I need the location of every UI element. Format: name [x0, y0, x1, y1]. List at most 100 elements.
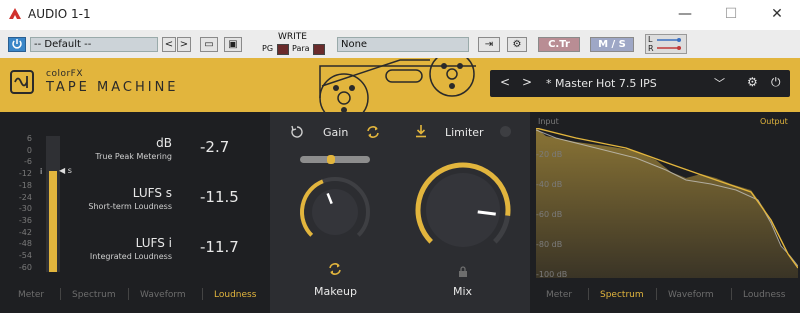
spectrum-tab-loudness[interactable]: Loudness: [743, 290, 785, 300]
gain-reset-button[interactable]: [290, 124, 304, 143]
brand-wave-icon: [10, 70, 34, 94]
tab-separator: [202, 288, 203, 300]
limiter-label: Limiter: [445, 126, 484, 139]
close-button[interactable]: ✕: [754, 0, 800, 30]
view-tab-meter[interactable]: Meter: [18, 290, 44, 300]
readout-label: dB: [156, 136, 172, 150]
balance-slider-thumb[interactable]: [327, 155, 335, 164]
meter-scale-tick: -42: [18, 227, 32, 237]
meter-scale-tick: 6: [26, 134, 32, 143]
gain-link-button[interactable]: [366, 124, 380, 143]
plugin-preset-name[interactable]: * Master Hot 7.5 IPS: [546, 77, 657, 90]
spectrum-tab-spectrum[interactable]: Spectrum: [600, 290, 644, 300]
readout-label: LUFS i: [135, 236, 172, 250]
right-channel-label: R: [648, 44, 654, 53]
makeup-label: Makeup: [314, 285, 357, 298]
ms-button[interactable]: M / S: [590, 37, 634, 52]
readout-description: Integrated Loudness: [89, 252, 172, 261]
save-icon: ▣: [228, 39, 238, 50]
view-tab-spectrum[interactable]: Spectrum: [72, 290, 116, 300]
gain-label: Gain: [323, 126, 349, 139]
minimize-button[interactable]: —: [662, 0, 708, 30]
limiter-download-button[interactable]: [414, 123, 428, 142]
gear-icon: ⚙: [747, 75, 758, 89]
view-tab-waveform[interactable]: Waveform: [140, 290, 186, 300]
automation-field[interactable]: None: [337, 37, 469, 52]
mix-label: Mix: [453, 285, 473, 298]
left-channel-label: L: [648, 35, 653, 44]
sync-icon: [367, 126, 379, 138]
readout-description: Short-term Loudness: [88, 202, 172, 211]
db-scale-label: -80 dB: [536, 240, 563, 249]
routing-button[interactable]: ⇥: [478, 37, 500, 52]
tab-separator: [656, 288, 657, 300]
readout-value: -11.7: [200, 238, 239, 256]
window-title: AUDIO 1-1: [28, 7, 91, 21]
pg-write-toggle[interactable]: [277, 44, 289, 55]
tab-separator: [128, 288, 129, 300]
meter-scale-tick: -30: [18, 204, 32, 214]
open-folder-button[interactable]: ▭: [200, 37, 218, 52]
chevron-down-icon: ﹀: [714, 77, 725, 90]
lock-icon: [459, 266, 467, 277]
tape-reels-illustration-icon: [319, 58, 476, 112]
arrow-right-bar-icon: ⇥: [484, 39, 494, 50]
meter-scale-tick: -60: [18, 262, 32, 272]
next-preset-button[interactable]: >: [177, 37, 191, 52]
db-scale-label: -100 dB: [536, 270, 568, 279]
pg-label: PG: [262, 44, 274, 53]
chevron-right-icon: >: [179, 39, 189, 50]
app-logo-icon: [9, 8, 21, 19]
db-scale-label: -60 dB: [536, 210, 563, 219]
plugin-power-button[interactable]: ⏻: [771, 75, 781, 90]
save-button[interactable]: ▣: [224, 37, 242, 52]
gear-icon: ⚙: [512, 39, 522, 50]
tab-separator: [60, 288, 61, 300]
meter-scale-tick: -48: [18, 239, 32, 249]
preset-dropdown-button[interactable]: ﹀: [714, 75, 725, 91]
short-term-marker: ◀ s: [59, 166, 72, 175]
meter-scale-tick: 0: [26, 145, 32, 155]
tab-separator: [588, 288, 589, 300]
makeup-knob[interactable]: [290, 172, 380, 252]
chevron-right-icon: >: [522, 75, 533, 89]
maximize-button[interactable]: ☐: [708, 0, 754, 30]
settings-button[interactable]: ⚙: [507, 37, 527, 52]
plugin-settings-button[interactable]: ⚙: [747, 75, 758, 89]
brand-product: TAPE MACHINE: [46, 80, 179, 95]
meter-scale-tick: -6: [24, 157, 32, 167]
integrated-marker: i: [40, 167, 43, 176]
meter-scale-tick: -18: [18, 180, 32, 190]
host-preset-field[interactable]: -- Default --: [30, 37, 158, 52]
readout-value: -11.5: [200, 188, 239, 206]
chevron-left-icon: <: [500, 75, 511, 89]
next-plugin-preset-button[interactable]: >: [522, 75, 532, 89]
output-label: Output: [760, 117, 788, 126]
readout-description: True Peak Metering: [95, 152, 172, 161]
power-button[interactable]: [8, 37, 26, 52]
prev-preset-button[interactable]: <: [162, 37, 176, 52]
meter-scale-tick: -12: [18, 169, 32, 179]
mix-knob[interactable]: [408, 160, 518, 260]
spectrum-tab-waveform[interactable]: Waveform: [668, 290, 714, 300]
write-label: WRITE: [278, 32, 307, 42]
makeup-link-button[interactable]: [328, 261, 342, 280]
mix-lock-button[interactable]: [457, 263, 469, 282]
prev-plugin-preset-button[interactable]: <: [500, 75, 510, 89]
power-icon: ⏻: [771, 75, 781, 89]
power-icon: [12, 39, 22, 49]
chevron-left-icon: <: [164, 39, 174, 50]
tab-separator: [731, 288, 732, 300]
download-icon: [416, 125, 426, 138]
para-label: Para: [292, 44, 310, 53]
view-tab-loudness[interactable]: Loudness: [214, 290, 256, 300]
meter-scale-tick: -24: [18, 192, 32, 202]
meter-scale-tick: -54: [18, 251, 32, 260]
para-write-toggle[interactable]: [313, 44, 325, 55]
readout-value: -2.7: [200, 138, 230, 156]
spectrum-tab-meter[interactable]: Meter: [546, 290, 572, 300]
ctr-button[interactable]: C.Tr: [538, 37, 580, 52]
limiter-toggle[interactable]: [500, 126, 511, 137]
folder-icon: ▭: [204, 39, 214, 50]
stereo-balance-slider[interactable]: [300, 155, 370, 164]
